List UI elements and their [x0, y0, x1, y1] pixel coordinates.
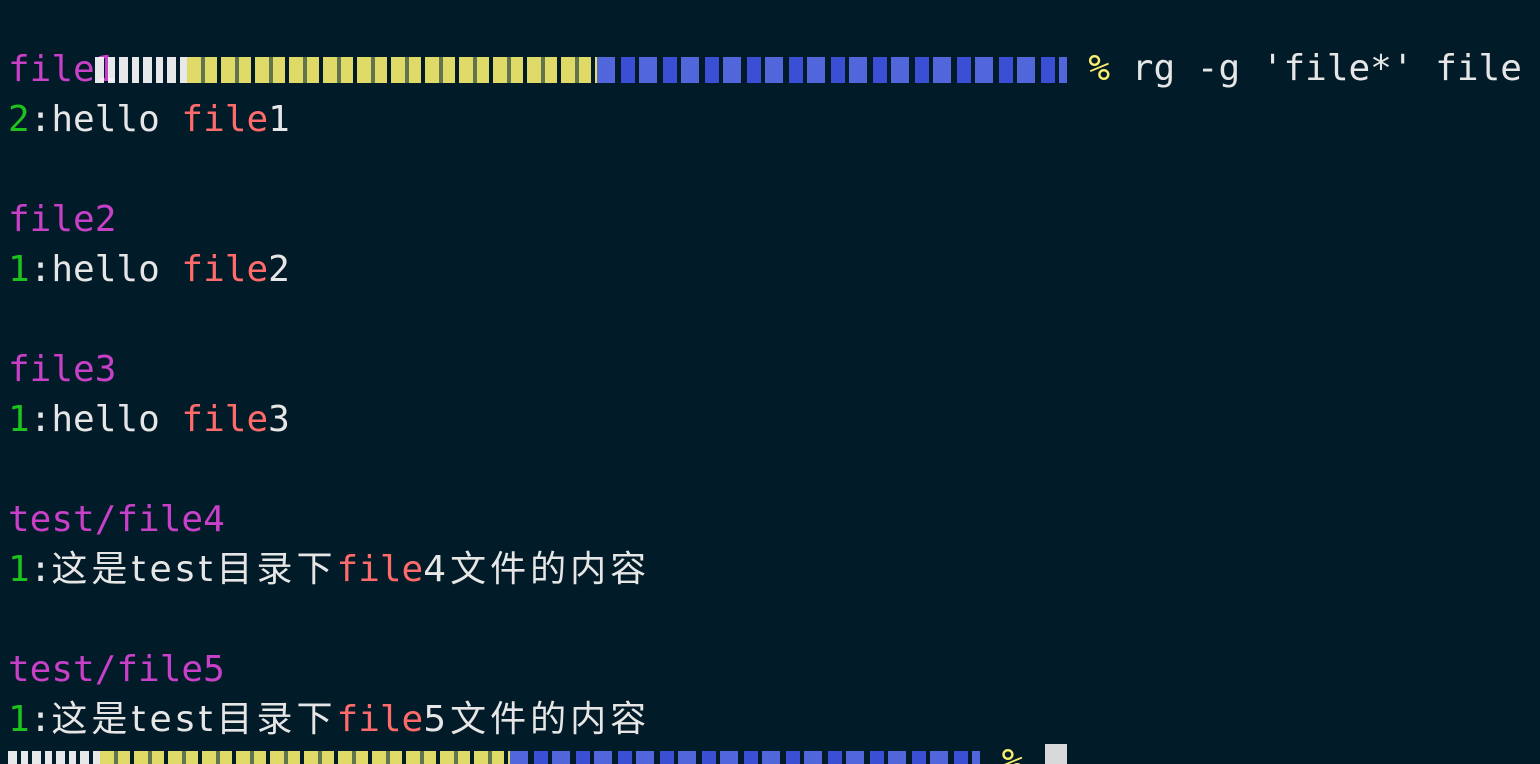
separator: :	[29, 399, 52, 440]
separator: :	[29, 99, 52, 140]
file-path: file3	[8, 349, 117, 390]
line-number: 1	[8, 249, 30, 290]
text-after-match: 2	[268, 249, 290, 290]
result-match-line: 1:这是test目录下file5文件的内容	[8, 696, 1540, 746]
separator: :	[29, 249, 52, 290]
text-before-match: 这是test目录下	[51, 549, 337, 590]
result-file-path: file3	[8, 346, 1540, 396]
file-path: file2	[8, 199, 117, 240]
match-highlight: file	[181, 399, 269, 440]
match-highlight: file	[336, 549, 424, 590]
text-before-match: hello	[51, 249, 182, 290]
text-after-match: 3	[268, 399, 290, 440]
redacted-username	[8, 751, 100, 764]
match-highlight: file	[336, 699, 424, 740]
match-highlight: file	[181, 249, 269, 290]
text-after-match: 5文件的内容	[423, 699, 651, 740]
line-number: 1	[8, 549, 30, 590]
terminal-window[interactable]: % rg -g 'file*' file file1 2:hello file1…	[0, 0, 1540, 764]
result-match-line: 1:这是test目录下file4文件的内容	[8, 546, 1540, 596]
redacted-path	[596, 57, 1067, 83]
result-file-path: test/file4	[8, 496, 1540, 546]
line-number: 1	[8, 399, 30, 440]
separator: :	[29, 549, 52, 590]
result-match-line: 1:hello file2	[8, 246, 1540, 296]
redacted-path	[510, 751, 980, 764]
redacted-hostname	[100, 751, 510, 764]
text-cursor[interactable]	[1045, 744, 1068, 764]
line-number: 2	[8, 99, 30, 140]
redacted-username	[94, 57, 187, 83]
text-before-match: hello	[51, 99, 182, 140]
next-prompt-line: %	[8, 742, 1108, 764]
prompt-symbol: %	[1001, 742, 1024, 764]
text-after-match: 1	[268, 99, 290, 140]
file-path: test/file5	[8, 649, 225, 690]
text-before-match: hello	[51, 399, 182, 440]
line-number: 1	[8, 699, 30, 740]
file-path: test/file4	[8, 499, 225, 540]
result-file-path: test/file5	[8, 646, 1540, 696]
text-after-match: 4文件的内容	[423, 549, 651, 590]
command-text: rg -g 'file*' file	[1131, 48, 1522, 89]
result-match-line: 1:hello file3	[8, 396, 1540, 446]
redacted-hostname	[186, 57, 597, 83]
result-match-line: 2:hello file1	[8, 96, 1540, 146]
text-before-match: 这是test目录下	[51, 699, 337, 740]
match-highlight: file	[181, 99, 269, 140]
separator: :	[29, 699, 52, 740]
result-file-path: file2	[8, 196, 1540, 246]
prompt-symbol: %	[1088, 48, 1111, 89]
prompt-line: % rg -g 'file*' file	[8, 0, 1540, 89]
